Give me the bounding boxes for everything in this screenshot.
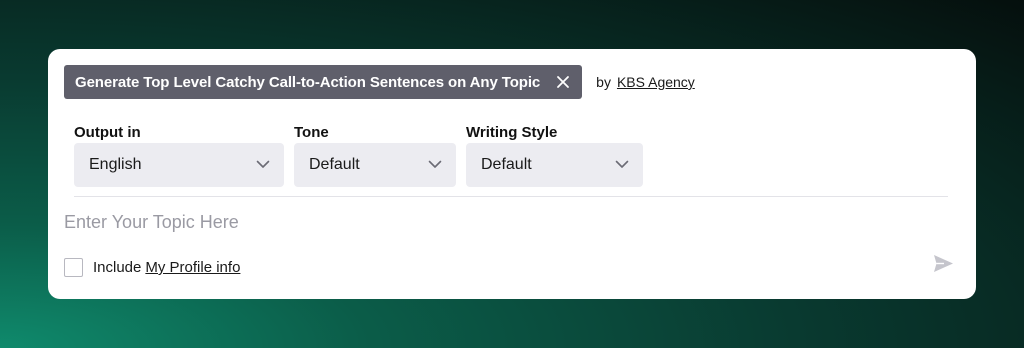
writing-style-select[interactable]: Default [466,143,643,187]
prompt-title: Generate Top Level Catchy Call-to-Action… [75,73,541,91]
include-label: Include [93,259,142,276]
writing-style-label: Writing Style [466,124,558,141]
writing-style-group: Writing Style Default [466,123,643,187]
by-label: by [596,74,611,90]
divider [74,196,948,197]
output-language-select[interactable]: English [74,143,284,187]
selector-row: Output in English Tone Default Writing S… [74,123,653,187]
chevron-down-icon [256,156,270,174]
output-language-value: English [89,156,142,173]
topic-input[interactable] [64,207,924,237]
author-link[interactable]: KBS Agency [617,74,695,90]
chevron-down-icon [428,156,442,174]
tone-select[interactable]: Default [294,143,456,187]
profile-info-link[interactable]: My Profile info [145,259,240,276]
send-button[interactable] [932,255,954,277]
tone-value: Default [309,156,360,173]
send-icon [933,254,954,278]
writing-style-value: Default [481,156,532,173]
prompt-card: Generate Top Level Catchy Call-to-Action… [48,49,976,299]
tone-group: Tone Default [294,123,456,187]
profile-row: Include My Profile info [64,258,240,277]
include-profile-checkbox[interactable] [64,258,83,277]
output-language-label: Output in [74,124,141,141]
prompt-header: Generate Top Level Catchy Call-to-Action… [64,65,695,99]
close-icon[interactable] [556,75,570,89]
output-language-group: Output in English [74,123,284,187]
prompt-title-chip: Generate Top Level Catchy Call-to-Action… [64,65,583,99]
chevron-down-icon [615,156,629,174]
tone-label: Tone [294,124,329,141]
